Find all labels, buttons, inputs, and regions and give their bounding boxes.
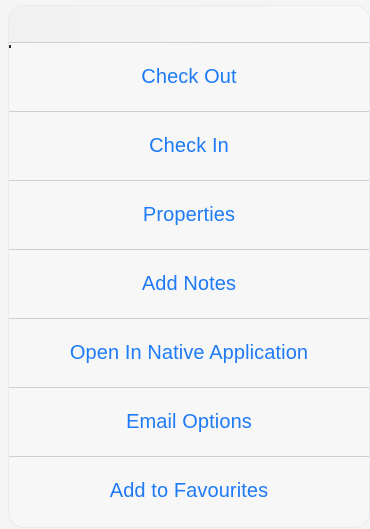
open-in-native-application-label: Open In Native Application — [69, 341, 309, 364]
add-to-favourites-label: Add to Favourites — [109, 480, 269, 502]
check-out-button[interactable]: Check Out — [9, 42, 369, 111]
check-in-button[interactable]: Check In — [9, 111, 369, 180]
check-out-label: Check Out — [141, 65, 237, 88]
check-in-label: Check In — [149, 134, 229, 157]
action-sheet: Check Out Check In Properties Add Notes … — [9, 6, 369, 527]
add-notes-label: Add Notes — [141, 272, 237, 295]
open-in-native-application-button[interactable]: Open In Native Application — [9, 318, 369, 387]
email-options-label: Email Options — [126, 410, 252, 433]
properties-label: Properties — [142, 203, 236, 226]
email-options-button[interactable]: Email Options — [9, 387, 369, 456]
action-sheet-header — [9, 6, 369, 42]
edge-artifact — [9, 45, 11, 48]
properties-button[interactable]: Properties — [9, 180, 369, 249]
add-to-favourites-button[interactable]: Add to Favourites — [9, 456, 369, 526]
add-notes-button[interactable]: Add Notes — [9, 249, 369, 318]
